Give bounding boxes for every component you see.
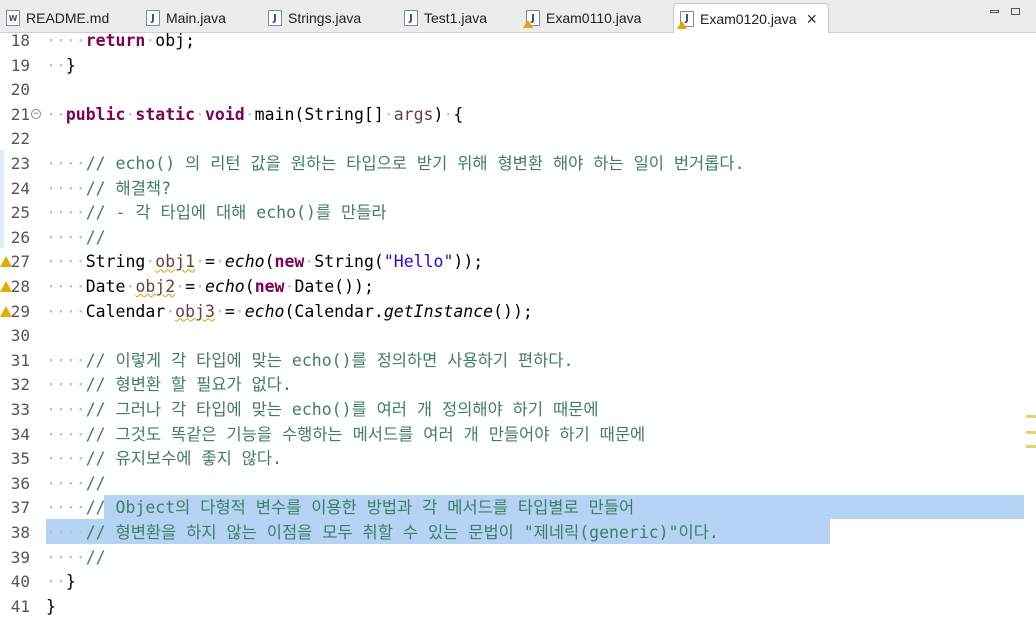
code-text: ····// 그러나 각 타입에 맞는 echo()를 여러 개 정의해야 하기… (46, 400, 599, 419)
code-line: 36 ····// (0, 472, 1036, 497)
code-text: ····// 이렇게 각 타입에 맞는 echo()를 정의하면 사용하기 편하… (46, 350, 574, 370)
code-line: 28 ····Date·obj2·=·echo(new·Date()); (0, 275, 1036, 300)
overview-ruler-mark[interactable] (1026, 415, 1036, 418)
java-file-warning-icon: J (677, 10, 694, 29)
code-line: 21 − ··public·static·void·main(String[]·… (0, 103, 1036, 128)
code-text: ····// 해결책? (46, 178, 172, 198)
line-number: 37 (10, 498, 30, 518)
code-line: 31 ····// 이렇게 각 타입에 맞는 echo()를 정의하면 사용하기… (0, 349, 1036, 374)
code-line: 19 ··} (0, 54, 1036, 79)
code-line: 26 ····// (0, 226, 1036, 251)
code-line: 27 ····String·obj1·=·echo(new·String("He… (0, 250, 1036, 275)
code-text: ····// (46, 227, 106, 247)
java-file-icon: J (146, 10, 160, 26)
close-tab-icon[interactable]: × (807, 10, 818, 28)
code-line: 18 ····return·obj; (0, 29, 1036, 54)
code-text: ····String·obj1·=·echo(new·String("Hello… (46, 252, 484, 272)
line-number: 39 (10, 547, 30, 567)
code-text: ··} (46, 572, 76, 592)
line-number: 19 (10, 55, 30, 75)
code-line: 37 ····// Object의 다형적 변수를 이용한 방법과 각 메서드를… (0, 496, 1036, 521)
line-number: 29 (10, 301, 30, 321)
code-line: 30 (0, 324, 1036, 349)
minimize-icon[interactable] (990, 10, 999, 13)
code-text: ····// Object의 다형적 변수를 이용한 방법과 각 메서드를 타입… (46, 498, 635, 518)
code-text: ····// 형변환을 하지 않는 이점을 모두 취할 수 있는 문법이 "제네… (46, 523, 719, 542)
code-text: } (46, 596, 56, 616)
line-number: 40 (10, 572, 30, 592)
line-number: 21 (10, 104, 30, 124)
code-line: 32 ····// 형변환 할 필요가 없다. (0, 373, 1036, 398)
tab-label: Strings.java (288, 10, 362, 26)
line-number: 22 (10, 129, 30, 149)
line-number: 41 (10, 596, 30, 616)
line-number: 23 (10, 154, 30, 173)
code-line: 29 ····Calendar·obj3·=·echo(Calendar.get… (0, 300, 1036, 325)
overview-ruler-mark[interactable] (1026, 431, 1036, 434)
code-text: ····// - 각 타입에 대해 echo()를 만들라 (46, 203, 387, 223)
code-text: ····// 유지보수에 좋지 않다. (46, 449, 282, 469)
code-text: ····return·obj; (46, 31, 196, 50)
code-editor[interactable]: 18 ····return·obj; 19 ··} 20 21 − ··publ… (0, 31, 1036, 626)
code-line: 23 ····// echo() 의 리턴 값을 원하는 타입으로 받기 위해 … (0, 152, 1036, 177)
code-text: ····// 그것도 똑같은 기능을 수행하는 메서드를 여러 개 만들어야 하… (46, 424, 646, 444)
maximize-icon[interactable] (1011, 8, 1020, 15)
line-number: 20 (10, 80, 30, 100)
tab-label: Exam0120.java (700, 10, 797, 27)
code-text: ··public·static·void·main(String[]·args)… (46, 104, 464, 124)
overview-ruler-mark[interactable] (1026, 445, 1036, 448)
code-text: ··} (46, 55, 76, 75)
code-text: ····// 형변환 할 필요가 없다. (46, 375, 292, 395)
code-line: 24 ····// 해결책? (0, 177, 1036, 202)
line-number: 27 (10, 252, 30, 272)
line-number: 31 (10, 350, 30, 370)
code-line: 38 ····// 형변환을 하지 않는 이점을 모두 취할 수 있는 문법이 … (0, 521, 1036, 546)
line-number: 33 (10, 400, 30, 419)
code-text: ····// (46, 473, 106, 493)
code-text: ····Calendar·obj3·=·echo(Calendar.getIns… (46, 301, 533, 321)
line-number: 36 (10, 473, 30, 493)
tab-label: Test1.java (424, 10, 488, 26)
tab-label: Exam0110.java (546, 10, 642, 26)
line-number: 24 (10, 178, 30, 198)
code-line: 25 ····// - 각 타입에 대해 echo()를 만들라 (0, 201, 1036, 226)
line-number: 25 (10, 203, 30, 223)
code-line: 34 ····// 그것도 똑같은 기능을 수행하는 메서드를 여러 개 만들어… (0, 423, 1036, 448)
code-line: 33 ····// 그러나 각 타입에 맞는 echo()를 여러 개 정의해야… (0, 398, 1036, 423)
line-number: 38 (10, 523, 30, 542)
code-text: ····// echo() 의 리턴 값을 원하는 타입으로 받기 위해 형변환… (46, 154, 745, 173)
java-file-icon: J (268, 10, 282, 26)
code-line: 35 ····// 유지보수에 좋지 않다. (0, 447, 1036, 472)
code-line: 39 ····// (0, 546, 1036, 571)
java-file-icon: J (404, 10, 418, 26)
java-file-warning-icon: J (523, 10, 540, 28)
line-number: 28 (10, 277, 30, 296)
line-number: 32 (10, 375, 30, 395)
line-number: 30 (10, 326, 30, 346)
line-number: 35 (10, 449, 30, 469)
tab-label: Main.java (166, 10, 226, 26)
code-line: 20 (0, 78, 1036, 103)
code-line: 22 (0, 127, 1036, 152)
code-text: ····// (46, 547, 106, 567)
markdown-file-icon: W (6, 10, 20, 26)
fold-collapse-icon[interactable]: − (31, 108, 41, 119)
line-number: 18 (10, 31, 30, 50)
line-number: 34 (10, 424, 30, 444)
code-line: 40 ··} (0, 570, 1036, 595)
tab-label: README.md (26, 10, 110, 26)
code-line: 41 } (0, 595, 1036, 620)
line-number: 26 (10, 227, 30, 247)
code-text: ····Date·obj2·=·echo(new·Date()); (46, 277, 374, 296)
